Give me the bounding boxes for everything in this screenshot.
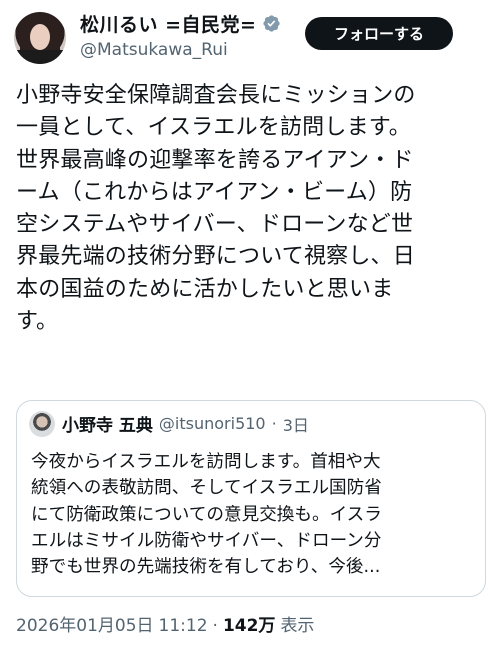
views-count: 142万 — [222, 616, 276, 636]
tweet-text-line: 界最先端の技術分野について視察し、日 — [16, 244, 415, 270]
tweet-text-line: 小野寺安全保障調査会長にミッションの — [16, 83, 416, 108]
quoted-author-avatar[interactable] — [29, 411, 55, 437]
quoted-text-line: 野でも世界の先端技術を有しており、今後... — [31, 557, 381, 578]
verified-badge-icon[interactable] — [262, 14, 281, 33]
tweet-date[interactable]: 2026年01月05日 — [16, 611, 154, 636]
tweet-card: 松川るい =自民党= @Matsukawa_Rui フォローする 小野寺安全保障… — [0, 0, 500, 661]
quoted-text-line: エルはミサイル防衛やサイバー、ドローン分 — [31, 530, 382, 551]
author-handle[interactable]: @Matsukawa_Rui — [80, 40, 228, 60]
quoted-tweet-text: 今夜からイスラエルを訪問します。首相や大 統領への表敬訪問、そしてイスラエル国防… — [31, 449, 481, 580]
author-name-row: 松川るい =自民党= — [80, 10, 281, 37]
author-avatar[interactable] — [14, 12, 66, 64]
tweet-text-line: 空システムやサイバー、ドローンなど世 — [16, 212, 414, 238]
tweet-text: 小野寺安全保障調査会長にミッションの 一員として、イスラエルを訪問します。 世界… — [16, 80, 486, 338]
quoted-author-handle[interactable]: @itsunori510 — [159, 414, 266, 433]
quoted-text-line: 統領への表敬訪問、そしてイスラエル国防省 — [31, 478, 382, 499]
tweet-text-line: 一員として、イスラエルを訪問します。 — [16, 115, 411, 141]
quoted-tweet-header: 小野寺 五典 @itsunori510 · 3日 — [62, 411, 309, 436]
tweet-text-line: 世界最高峰の迎撃率を誇るアイアン・ド — [16, 147, 414, 173]
tweet-meta: 2026年01月05日 11:12 · 142万 表示 — [16, 611, 314, 636]
dot-separator: · — [271, 414, 277, 433]
quoted-text-line: にて防衛政策についての意見交換も。イスラ — [31, 504, 382, 525]
quoted-author-name[interactable]: 小野寺 五典 — [62, 411, 153, 436]
dot-separator: · — [212, 616, 218, 636]
tweet-text-line: 本の国益のために活かしたいと思いま — [16, 276, 394, 302]
follow-button[interactable]: フォローする — [305, 17, 453, 50]
quoted-tweet[interactable]: 小野寺 五典 @itsunori510 · 3日 今夜からイスラエルを訪問します… — [16, 400, 486, 597]
quoted-tweet-time[interactable]: 3日 — [283, 412, 309, 436]
views-label: 表示 — [280, 616, 315, 636]
quoted-text-line: 今夜からイスラエルを訪問します。首相や大 — [31, 452, 381, 472]
tweet-text-line: ーム（これからはアイアン・ビーム）防 — [16, 179, 413, 205]
tweet-time[interactable]: 11:12 — [159, 616, 208, 636]
tweet-text-line: す。 — [16, 309, 59, 335]
author-display-name[interactable]: 松川るい =自民党= — [80, 10, 256, 37]
